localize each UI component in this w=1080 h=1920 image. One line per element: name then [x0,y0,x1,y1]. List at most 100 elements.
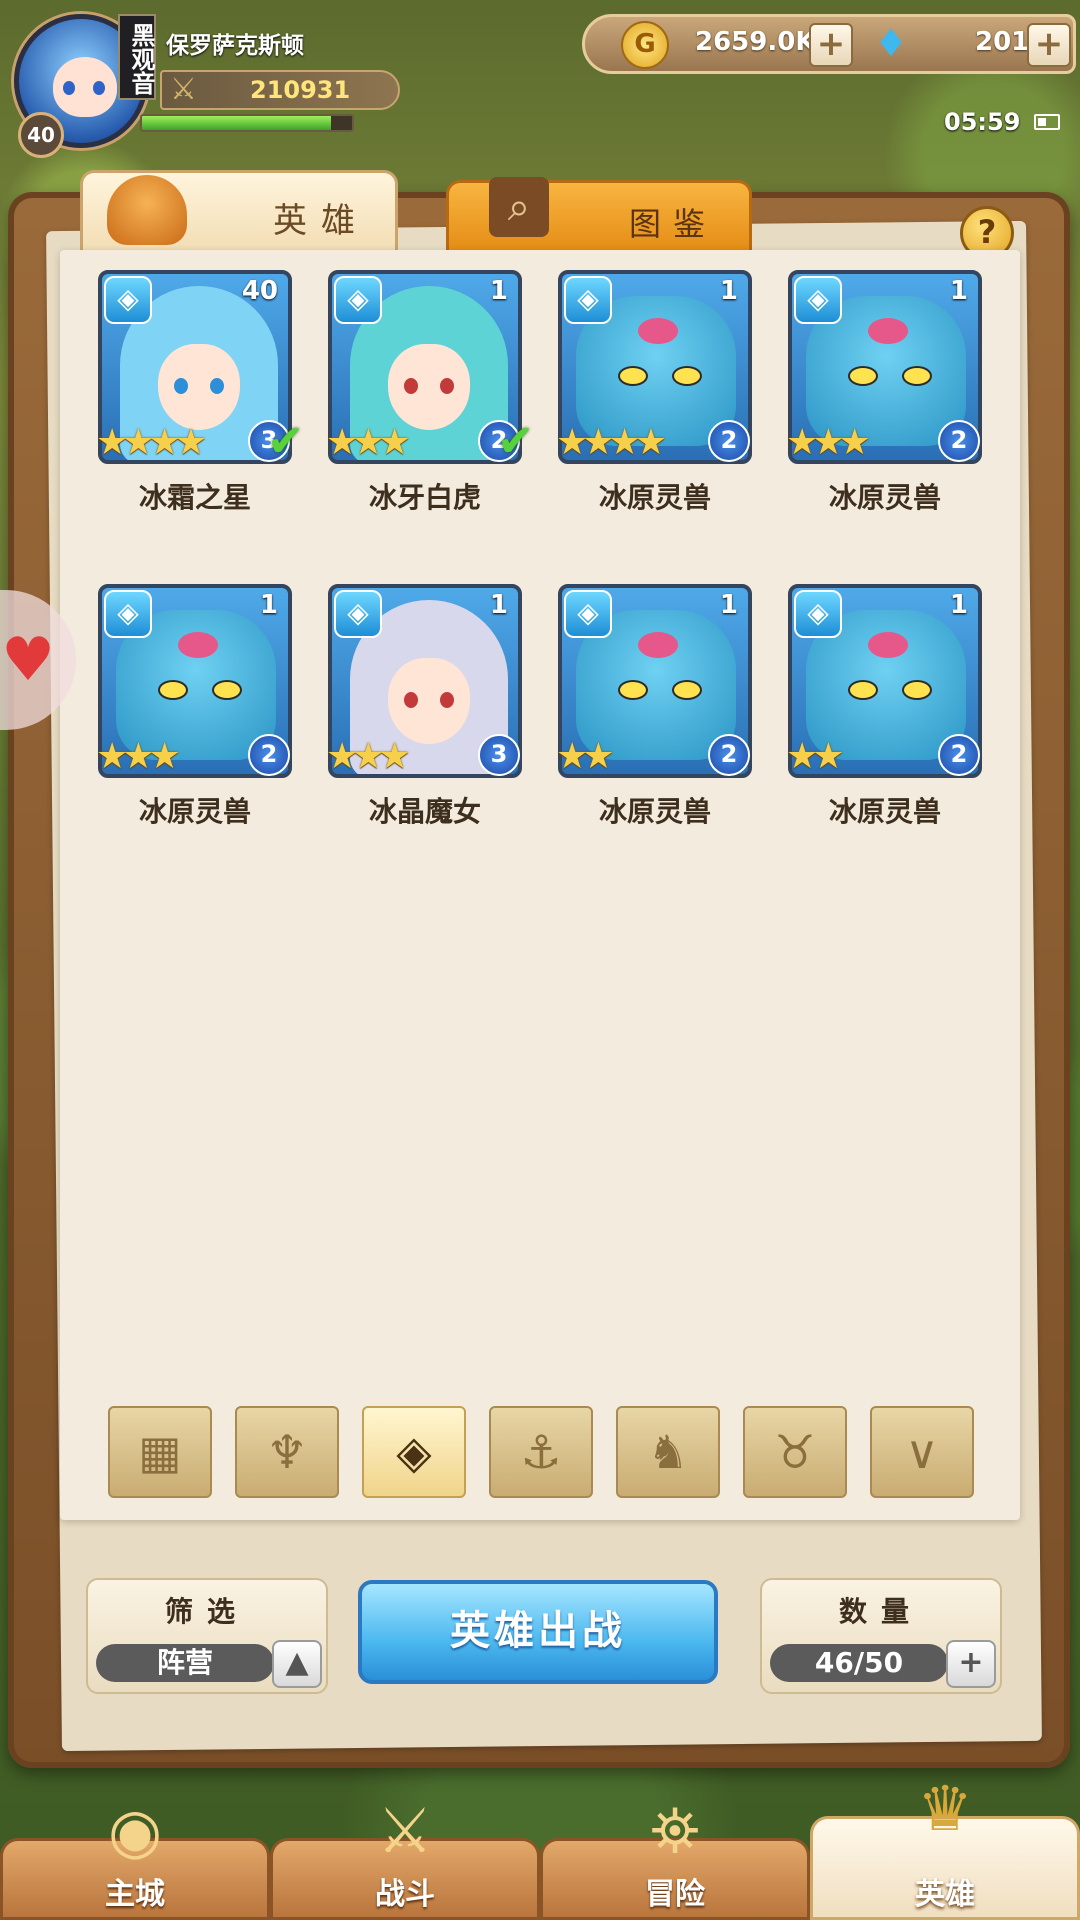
hero-name: 冰原灵兽 [598,481,711,514]
clock: 05:59 [944,108,1021,136]
filter-card: 筛选 阵营 ▲ [86,1578,328,1694]
filter-toggle-button[interactable]: ▲ [272,1640,322,1688]
hero-eye [404,378,418,394]
hero-helmet-icon: ♛ [917,1772,973,1845]
gold-coin-icon: G [621,21,669,69]
nav-item-4[interactable]: ♛ 英雄 [810,1772,1080,1920]
beast-eye [158,680,188,700]
crossed-swords-icon: ⚔ [377,1794,433,1867]
tab-heroes[interactable]: 英雄 [80,170,398,254]
nav-item-1[interactable]: ◉ 主城 [0,1794,270,1920]
hero-name: 冰原灵兽 [598,795,711,828]
ice-element-icon: ◈ [794,590,842,638]
nav-label: 英雄 [915,1877,975,1912]
hero-level: 1 [489,590,508,620]
add-gems-button[interactable]: + [1027,23,1071,67]
gold-value: 2659.0K [695,27,816,57]
tab-heroes-label: 英雄 [273,201,369,241]
beast-crest [868,318,908,344]
hero-face [388,344,470,430]
beast-eye [902,366,932,386]
nav-label: 战斗 [375,1877,435,1912]
beast-crest [868,632,908,658]
beast-eye [848,680,878,700]
hero-level: 1 [949,590,968,620]
power-value: 210931 [250,76,351,104]
tab-codex[interactable]: ⌕ 图鉴 [446,177,752,254]
resource-bar: G 2659.0K + ♦ 201 + [582,14,1076,74]
diamond-icon: ♦ [873,21,909,65]
deploy-heroes-button[interactable]: 英雄出战 [358,1580,718,1684]
hero-stars: ★★★ [96,736,181,777]
flame-faction-icon[interactable]: ♆ [235,1406,339,1498]
beast-eye [848,366,878,386]
avatar-eye [93,81,105,95]
ice-faction-icon[interactable]: ◈ [362,1406,466,1498]
hero-grade-badge: 2 [938,734,980,776]
hero-face [388,658,470,744]
hero-grade-badge: 3 [478,734,520,776]
hero-eye [174,378,188,394]
hero-level: 1 [719,590,738,620]
hero-grade-badge: 2 [708,734,750,776]
nav-item-2[interactable]: ⚔ 战斗 [270,1794,540,1920]
power-display: ⚔ 210931 [160,70,400,110]
crossed-swords-icon: ⚔ [170,72,197,107]
nav-label: 冒险 [645,1877,705,1912]
ice-element-icon: ◈ [564,276,612,324]
beast-eye [212,680,242,700]
hero-stars: ★★★ [786,422,871,463]
knight-helmet-icon [107,175,187,245]
count-card: 数量 46/50 + [760,1578,1002,1694]
hero-eye [440,378,454,394]
tab-codex-label: 图鉴 [629,205,718,243]
beast-crest [638,632,678,658]
hero-stars: ★★ [556,736,614,777]
hero-name: 冰原灵兽 [138,795,251,828]
beast-eye [672,680,702,700]
add-gold-button[interactable]: + [809,23,853,67]
player-level-badge: 40 [18,112,64,158]
hero-grade-badge: 2 [938,420,980,462]
nav-label: 主城 [105,1877,165,1912]
hero-stars: ★★★★ [556,422,667,463]
hero-name: 冰晶魔女 [368,795,481,828]
hero-eye [404,692,418,708]
hero-face [158,344,240,430]
beast-faction-icon[interactable]: ♞ [616,1406,720,1498]
filter-value: 阵营 [96,1644,274,1682]
avatar-eye [63,81,75,95]
hero-name: 冰霜之星 [138,481,251,514]
fox-faction-icon[interactable]: ♉ [743,1406,847,1498]
hero-level: 1 [719,276,738,306]
anchor-faction-icon[interactable]: ⚓ [489,1406,593,1498]
ice-element-icon: ◈ [564,590,612,638]
rank-tag: 黑观音 [118,14,156,100]
beast-eye [618,680,648,700]
map-scroll-icon: ⛯ [650,1794,700,1867]
filter-title: 筛选 [164,1595,249,1628]
nav-item-3[interactable]: ⛯ 冒险 [540,1794,810,1920]
hero-stars: ★★★★ [96,422,207,463]
deployed-check-icon: ✔ [497,416,534,467]
ice-element-icon: ◈ [104,590,152,638]
wing-faction-icon[interactable]: ∨ [870,1406,974,1498]
beast-eye [672,366,702,386]
hero-name: 冰牙白虎 [368,481,481,514]
ice-element-icon: ◈ [334,276,382,324]
ice-element-icon: ◈ [104,276,152,324]
beast-eye [618,366,648,386]
hero-count-value: 46/50 [770,1644,948,1682]
exp-bar [140,114,354,132]
exp-bar-fill [142,116,331,130]
castle-icon: ◉ [107,1794,163,1867]
hero-level: 1 [259,590,278,620]
bottom-nav: ◉ 主城 ⚔ 战斗 ⛯ 冒险 ♛ 英雄 [0,1772,1080,1920]
hero-level: 40 [241,276,278,306]
hero-stars: ★★★ [326,736,411,777]
magnifier-icon: ⌕ [489,177,549,237]
expand-capacity-button[interactable]: + [946,1640,996,1688]
beast-crest [638,318,678,344]
all-grid-icon[interactable]: ▦ [108,1406,212,1498]
beast-eye [902,680,932,700]
